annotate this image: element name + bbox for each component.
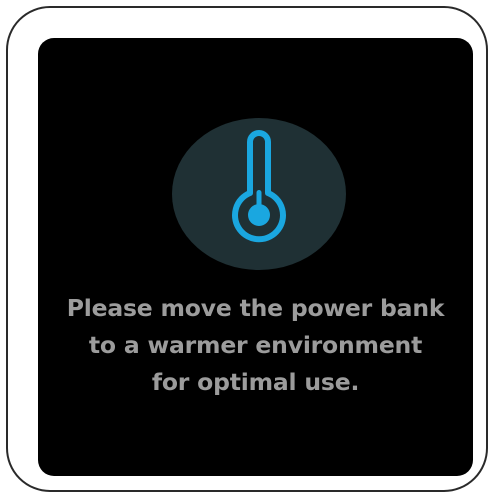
icon-badge: [172, 118, 346, 270]
device-screen: Please move the power bank to a warmer e…: [38, 38, 473, 476]
alert-message-line-1: Please move the power bank: [66, 294, 445, 322]
alert-message-line-3: for optimal use.: [151, 368, 360, 396]
thermometer-icon: [232, 130, 286, 243]
alert-message: Please move the power bank to a warmer e…: [38, 290, 473, 401]
alert-message-line-2: to a warmer environment: [88, 331, 423, 359]
